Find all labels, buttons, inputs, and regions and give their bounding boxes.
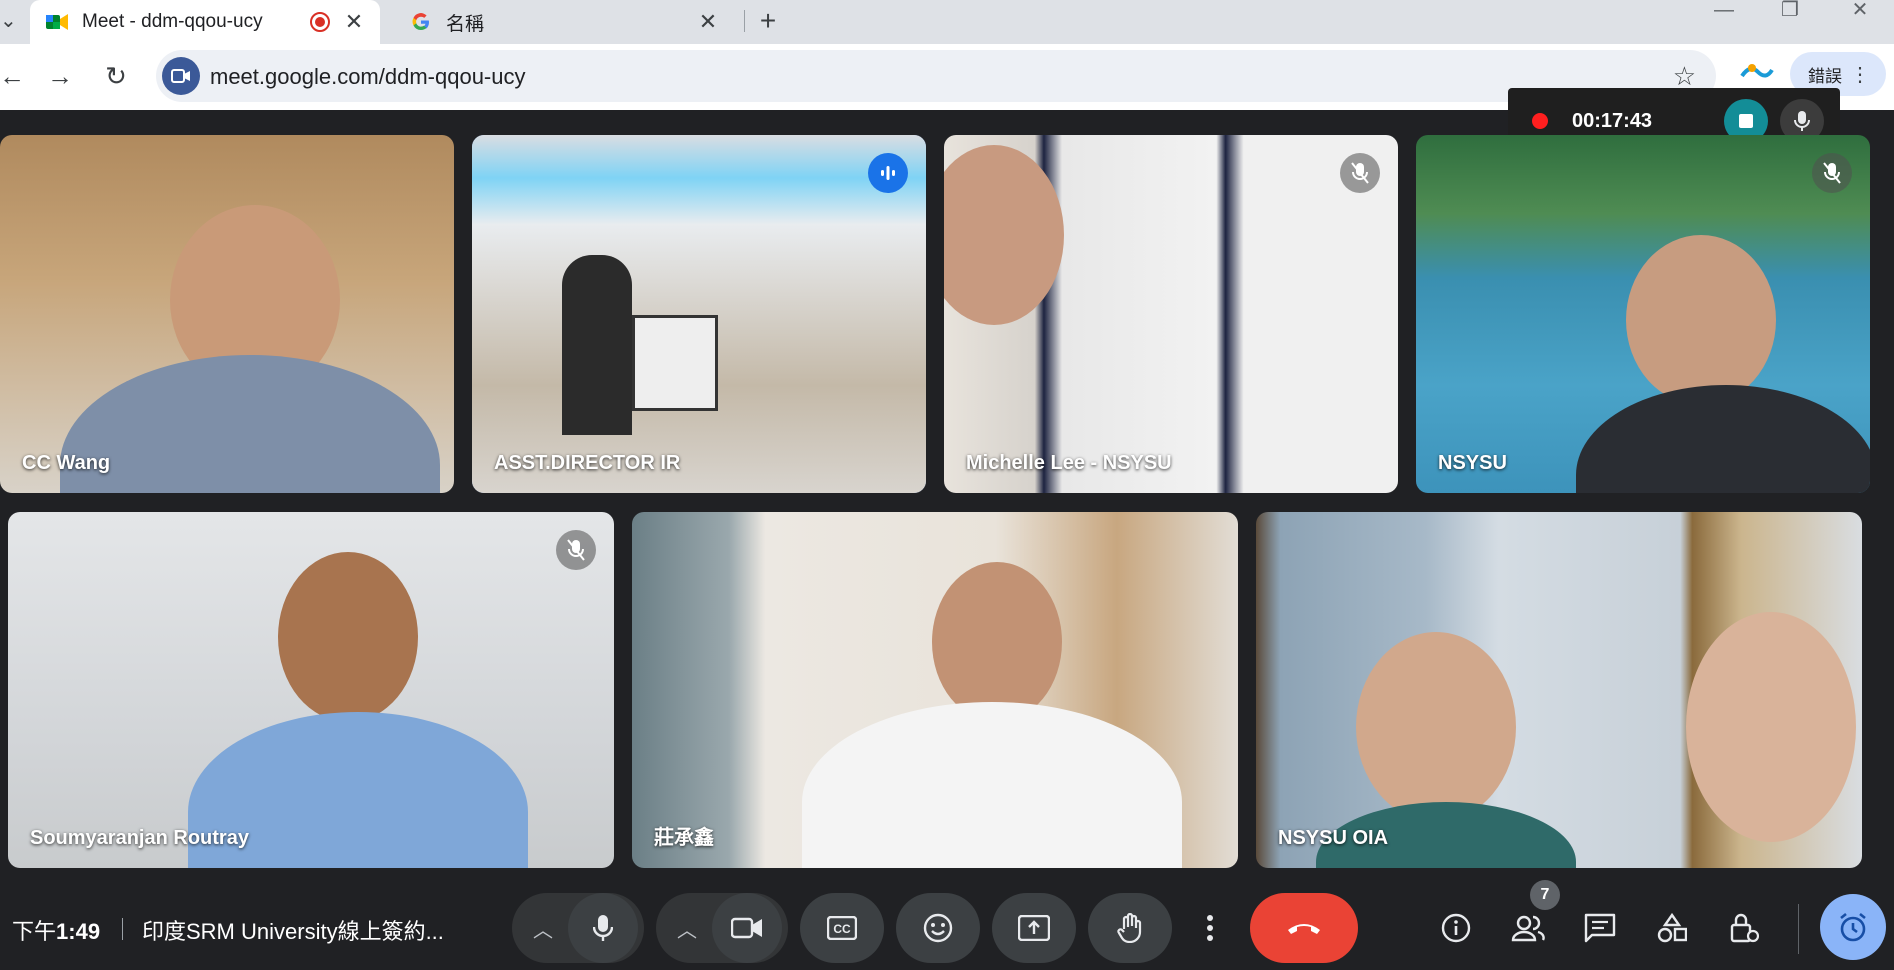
raise-hand-button[interactable] (1088, 893, 1172, 963)
time-period: 下午 (12, 919, 57, 944)
current-time: 下午1:49 (12, 914, 100, 946)
mic-toggle-button[interactable] (568, 893, 638, 963)
site-info-icon[interactable] (162, 57, 200, 95)
participant-tile-michelle-lee[interactable]: Michelle Lee - NSYSU (944, 135, 1398, 493)
speaking-indicator-icon (868, 153, 908, 193)
info-icon (1441, 913, 1471, 943)
google-meet-icon (46, 11, 68, 33)
tab-close-icon[interactable]: ✕ (342, 10, 366, 34)
tab-separator (744, 10, 745, 32)
new-tab-button[interactable]: + (752, 6, 784, 38)
present-screen-icon (1018, 915, 1050, 941)
window-close-icon[interactable]: ✕ (1832, 0, 1888, 22)
mic-muted-icon (556, 530, 596, 570)
participant-face (932, 562, 1062, 722)
participant-name: 莊承鑫 (654, 827, 714, 849)
meeting-title[interactable]: 印度SRM University線上簽約... (142, 914, 444, 946)
video-controls: ︿ (656, 893, 788, 963)
profile-label: 錯誤 (1808, 66, 1842, 86)
camera-toggle-button[interactable] (712, 893, 782, 963)
host-controls-button[interactable] (1718, 902, 1770, 954)
leave-call-button[interactable] (1250, 893, 1358, 963)
mic-muted-icon (1812, 153, 1852, 193)
controls-separator (1798, 904, 1799, 954)
participant-face (1356, 632, 1516, 822)
participant-face (1686, 612, 1856, 842)
audio-options-chevron-icon[interactable]: ︿ (518, 914, 568, 943)
tab-google[interactable]: 名稱 ✕ (394, 0, 734, 44)
tab-strip: ⌄ Meet - ddm-qqou-ucy ✕ 名稱 ✕ + — ❐ ✕ (0, 0, 1894, 44)
tab-search-chevron-icon[interactable]: ⌄ (0, 8, 17, 33)
back-arrow-icon[interactable]: ← (0, 58, 30, 94)
chat-icon (1584, 913, 1616, 943)
info-divider (122, 918, 123, 940)
participant-count-badge: 7 (1530, 880, 1560, 910)
companion-mode-button[interactable] (1820, 894, 1886, 960)
participant-tile-asst-director-ir[interactable]: ASST.DIRECTOR IR (472, 135, 926, 493)
recording-timer: 00:17:43 (1572, 109, 1653, 132)
participant-name: Michelle Lee - NSYSU (966, 452, 1172, 474)
emoji-icon (923, 913, 953, 943)
participant-tile-soumyaranjan-routray[interactable]: Soumyaranjan Routray (8, 512, 614, 868)
video-feed (472, 135, 926, 493)
closed-captions-icon: CC (827, 916, 857, 940)
more-vert-icon (1207, 915, 1213, 941)
end-call-icon (1288, 924, 1320, 934)
participant-name: ASST.DIRECTOR IR (494, 452, 681, 474)
tab-title: Meet - ddm-qqou-ucy (82, 11, 263, 32)
participant-tile-nsysu[interactable]: NSYSU (1416, 135, 1870, 493)
mic-muted-icon (1340, 153, 1380, 193)
alarm-clock-icon (1840, 912, 1866, 942)
chat-button[interactable] (1574, 902, 1626, 954)
more-options-button[interactable] (1180, 893, 1240, 963)
recording-indicator-icon (310, 12, 330, 32)
participant-name: CC Wang (22, 452, 111, 474)
recording-dot-icon (1532, 113, 1548, 129)
participant-tile-cc-wang[interactable]: CC Wang (0, 135, 454, 493)
participant-name: NSYSU (1438, 452, 1507, 474)
people-icon (1511, 915, 1545, 942)
tab-close-icon[interactable]: ✕ (696, 10, 720, 34)
minimize-icon[interactable]: — (1696, 0, 1752, 22)
document-folder (632, 315, 718, 411)
hand-icon (1117, 913, 1142, 943)
browser-menu-icon[interactable]: ⋮ (1850, 62, 1870, 87)
video-options-chevron-icon[interactable]: ︿ (662, 914, 712, 943)
captions-button[interactable]: CC (800, 893, 884, 963)
forward-arrow-icon[interactable]: → (42, 58, 78, 94)
time-value: 1:49 (56, 919, 101, 944)
activities-button[interactable] (1646, 902, 1698, 954)
address-bar[interactable]: meet.google.com/ddm-qqou-ucy ☆ (156, 50, 1716, 102)
restore-icon[interactable]: ❐ (1762, 0, 1818, 22)
participant-body (562, 255, 632, 435)
tab-meet[interactable]: Meet - ddm-qqou-ucy ✕ (30, 0, 380, 44)
meeting-details-button[interactable] (1430, 902, 1482, 954)
participant-tile-zhuang-chengxin[interactable]: 莊承鑫 (632, 512, 1238, 868)
tab-title: 名稱 (446, 13, 485, 35)
url-text[interactable]: meet.google.com/ddm-qqou-ucy (210, 64, 526, 90)
meeting-controls-bar: 下午1:49 印度SRM University線上簽約... ︿ ︿ CC (0, 880, 1894, 970)
participant-tile-nsysu-oia[interactable]: NSYSU OIA (1256, 512, 1862, 868)
reload-icon[interactable]: ↻ (98, 58, 134, 94)
reactions-button[interactable] (896, 893, 980, 963)
shapes-icon (1657, 913, 1687, 943)
audio-controls: ︿ (512, 893, 644, 963)
svg-text:CC: CC (833, 922, 851, 936)
lock-person-icon (1730, 913, 1759, 943)
participant-face (278, 552, 418, 722)
present-screen-button[interactable] (992, 893, 1076, 963)
participant-name: NSYSU OIA (1278, 827, 1389, 849)
extension-icon[interactable] (1740, 60, 1774, 84)
google-icon (410, 11, 432, 33)
participant-name: Soumyaranjan Routray (30, 827, 249, 849)
participant-face (1626, 235, 1776, 405)
